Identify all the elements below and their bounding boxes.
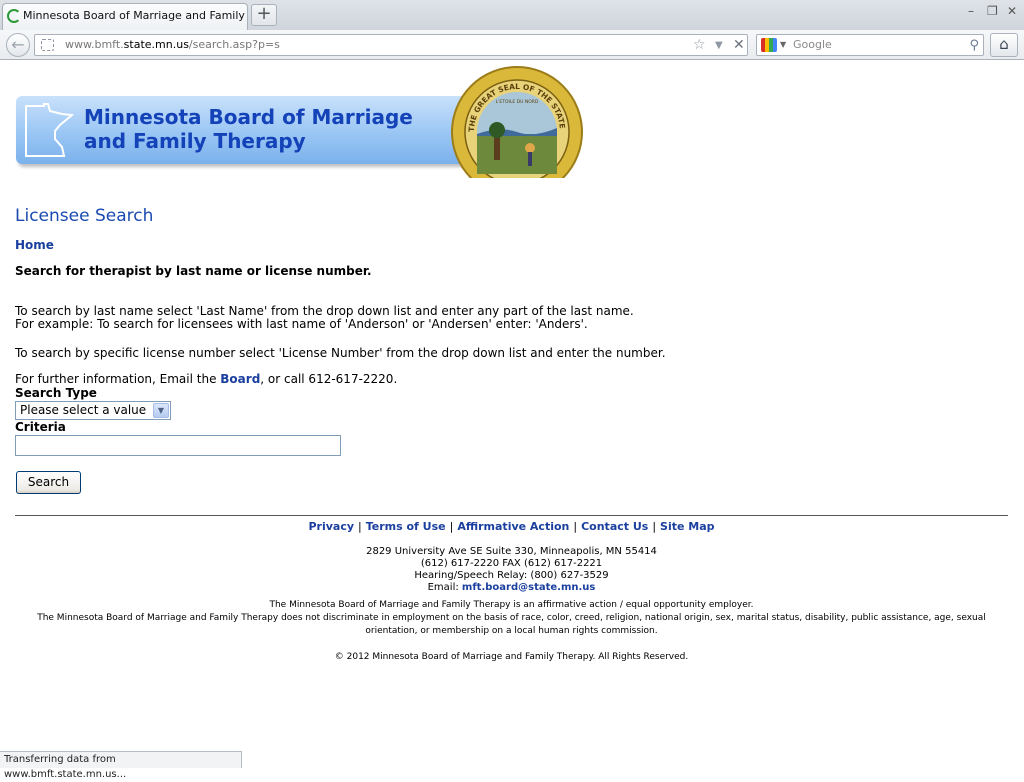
tab-bar: Minnesota Board of Marriage and Family T… [0,0,1024,30]
chevron-down-icon[interactable]: ▼ [153,403,169,418]
footer-email-label: Email: [427,582,462,593]
footer-relay: Hearing/Speech Relay: (800) 627-3529 [414,570,609,581]
magnifier-icon[interactable]: ⚲ [969,36,979,56]
seal-motto: L'ETOILE DU NORD [496,99,539,105]
contact-info-suffix: , or call 612-617-2220. [260,372,398,386]
banner-title: Minnesota Board of Marriage and Family T… [84,105,464,153]
footer-link-sitemap[interactable]: Site Map [660,520,714,533]
footer-copyright: © 2012 Minnesota Board of Marriage and F… [334,652,689,662]
footer-divider [15,515,1008,516]
search-type-label: Search Type [15,386,97,400]
footer-link-affirmative-action[interactable]: Affirmative Action [457,520,569,533]
page-title: Licensee Search [15,206,154,226]
footer-separator: | [358,520,362,533]
footer-email: Email: mft.board@state.mn.us [15,582,1008,594]
footer-nondiscrimination-line1: The Minnesota Board of Marriage and Fami… [37,613,986,623]
stop-icon[interactable]: ✕ [733,35,745,55]
browser-tab[interactable]: Minnesota Board of Marriage and Family T… [2,3,248,30]
search-type-value: Please select a value [20,403,147,417]
board-email-link[interactable]: Board [220,372,260,386]
search-button[interactable]: Search [16,471,81,494]
back-button[interactable]: ← [6,33,30,57]
criteria-input[interactable] [15,435,341,456]
footer-link-contact[interactable]: Contact Us [581,520,648,533]
new-tab-button[interactable]: + [251,4,277,26]
status-bar: Transferring data from www.bmft.state.mn… [0,751,242,780]
search-heading: Search for therapist by last name or lic… [15,264,372,278]
search-bar[interactable]: ▼ Google ⚲ [756,34,984,56]
contact-info: For further information, Email the Board… [15,373,397,386]
tab-title: Minnesota Board of Marriage and Family T… [23,9,247,22]
site-identity-icon[interactable] [41,39,54,51]
banner-title-line1: Minnesota Board of Marriage [84,105,413,129]
instructions-line2: For example: To search for licensees wit… [15,317,588,331]
home-button[interactable]: ⌂ [990,33,1018,57]
loading-spinner-icon [7,9,21,23]
minnesota-map-icon [25,103,74,157]
url-prefix: www.bmft. [65,38,124,51]
footer-phone: (612) 617-2220 FAX (612) 617-2221 [420,558,603,569]
footer-address: 2829 University Ave SE Suite 330, Minnea… [366,546,657,557]
footer-link-privacy[interactable]: Privacy [308,520,354,533]
url-domain: state.mn.us [123,38,189,51]
footer-link-terms[interactable]: Terms of Use [366,520,446,533]
minimize-icon[interactable]: – [968,4,974,18]
search-type-select[interactable]: Please select a value ▼ [15,401,171,420]
restore-icon[interactable]: ❐ [987,4,998,18]
footer-nav: Privacy | Terms of Use | Affirmative Action |… [15,521,1008,533]
banner-title-line2: and Family Therapy [84,129,306,153]
footer-separator: | [573,520,578,533]
engine-dropdown-icon[interactable]: ▼ [780,35,786,55]
home-link[interactable]: Home [15,238,54,252]
url-path: /search.asp?p=s [188,38,280,51]
google-engine-icon[interactable] [761,38,777,52]
state-seal-icon: THE GREAT SEAL OF THE STATE OF MINNESOTA… [450,66,583,178]
footer-separator: | [652,520,657,533]
footer-eeo: The Minnesota Board of Marriage and Fami… [269,600,754,610]
instructions-license-number: To search by specific license number sel… [15,346,666,360]
criteria-label: Criteria [15,420,66,434]
instructions-last-name: To search by last name select 'Last Name… [15,305,634,331]
history-dropdown-icon[interactable]: ▼ [715,36,723,56]
close-window-icon[interactable]: ✕ [1007,4,1017,18]
search-placeholder: Google [793,38,832,51]
address-bar[interactable]: www.bmft.state.mn.us/search.asp?p=s ☆ ▼ … [34,34,748,56]
footer-separator: | [449,520,454,533]
footer-email-link[interactable]: mft.board@state.mn.us [462,582,595,593]
footer-nondiscrimination-line2: orientation, or membership on a local hu… [365,626,658,636]
bookmark-star-icon[interactable]: ☆ [693,35,706,55]
navigation-toolbar: ← www.bmft.state.mn.us/search.asp?p=s ☆ … [0,30,1024,60]
contact-info-prefix: For further information, Email the [15,372,221,386]
